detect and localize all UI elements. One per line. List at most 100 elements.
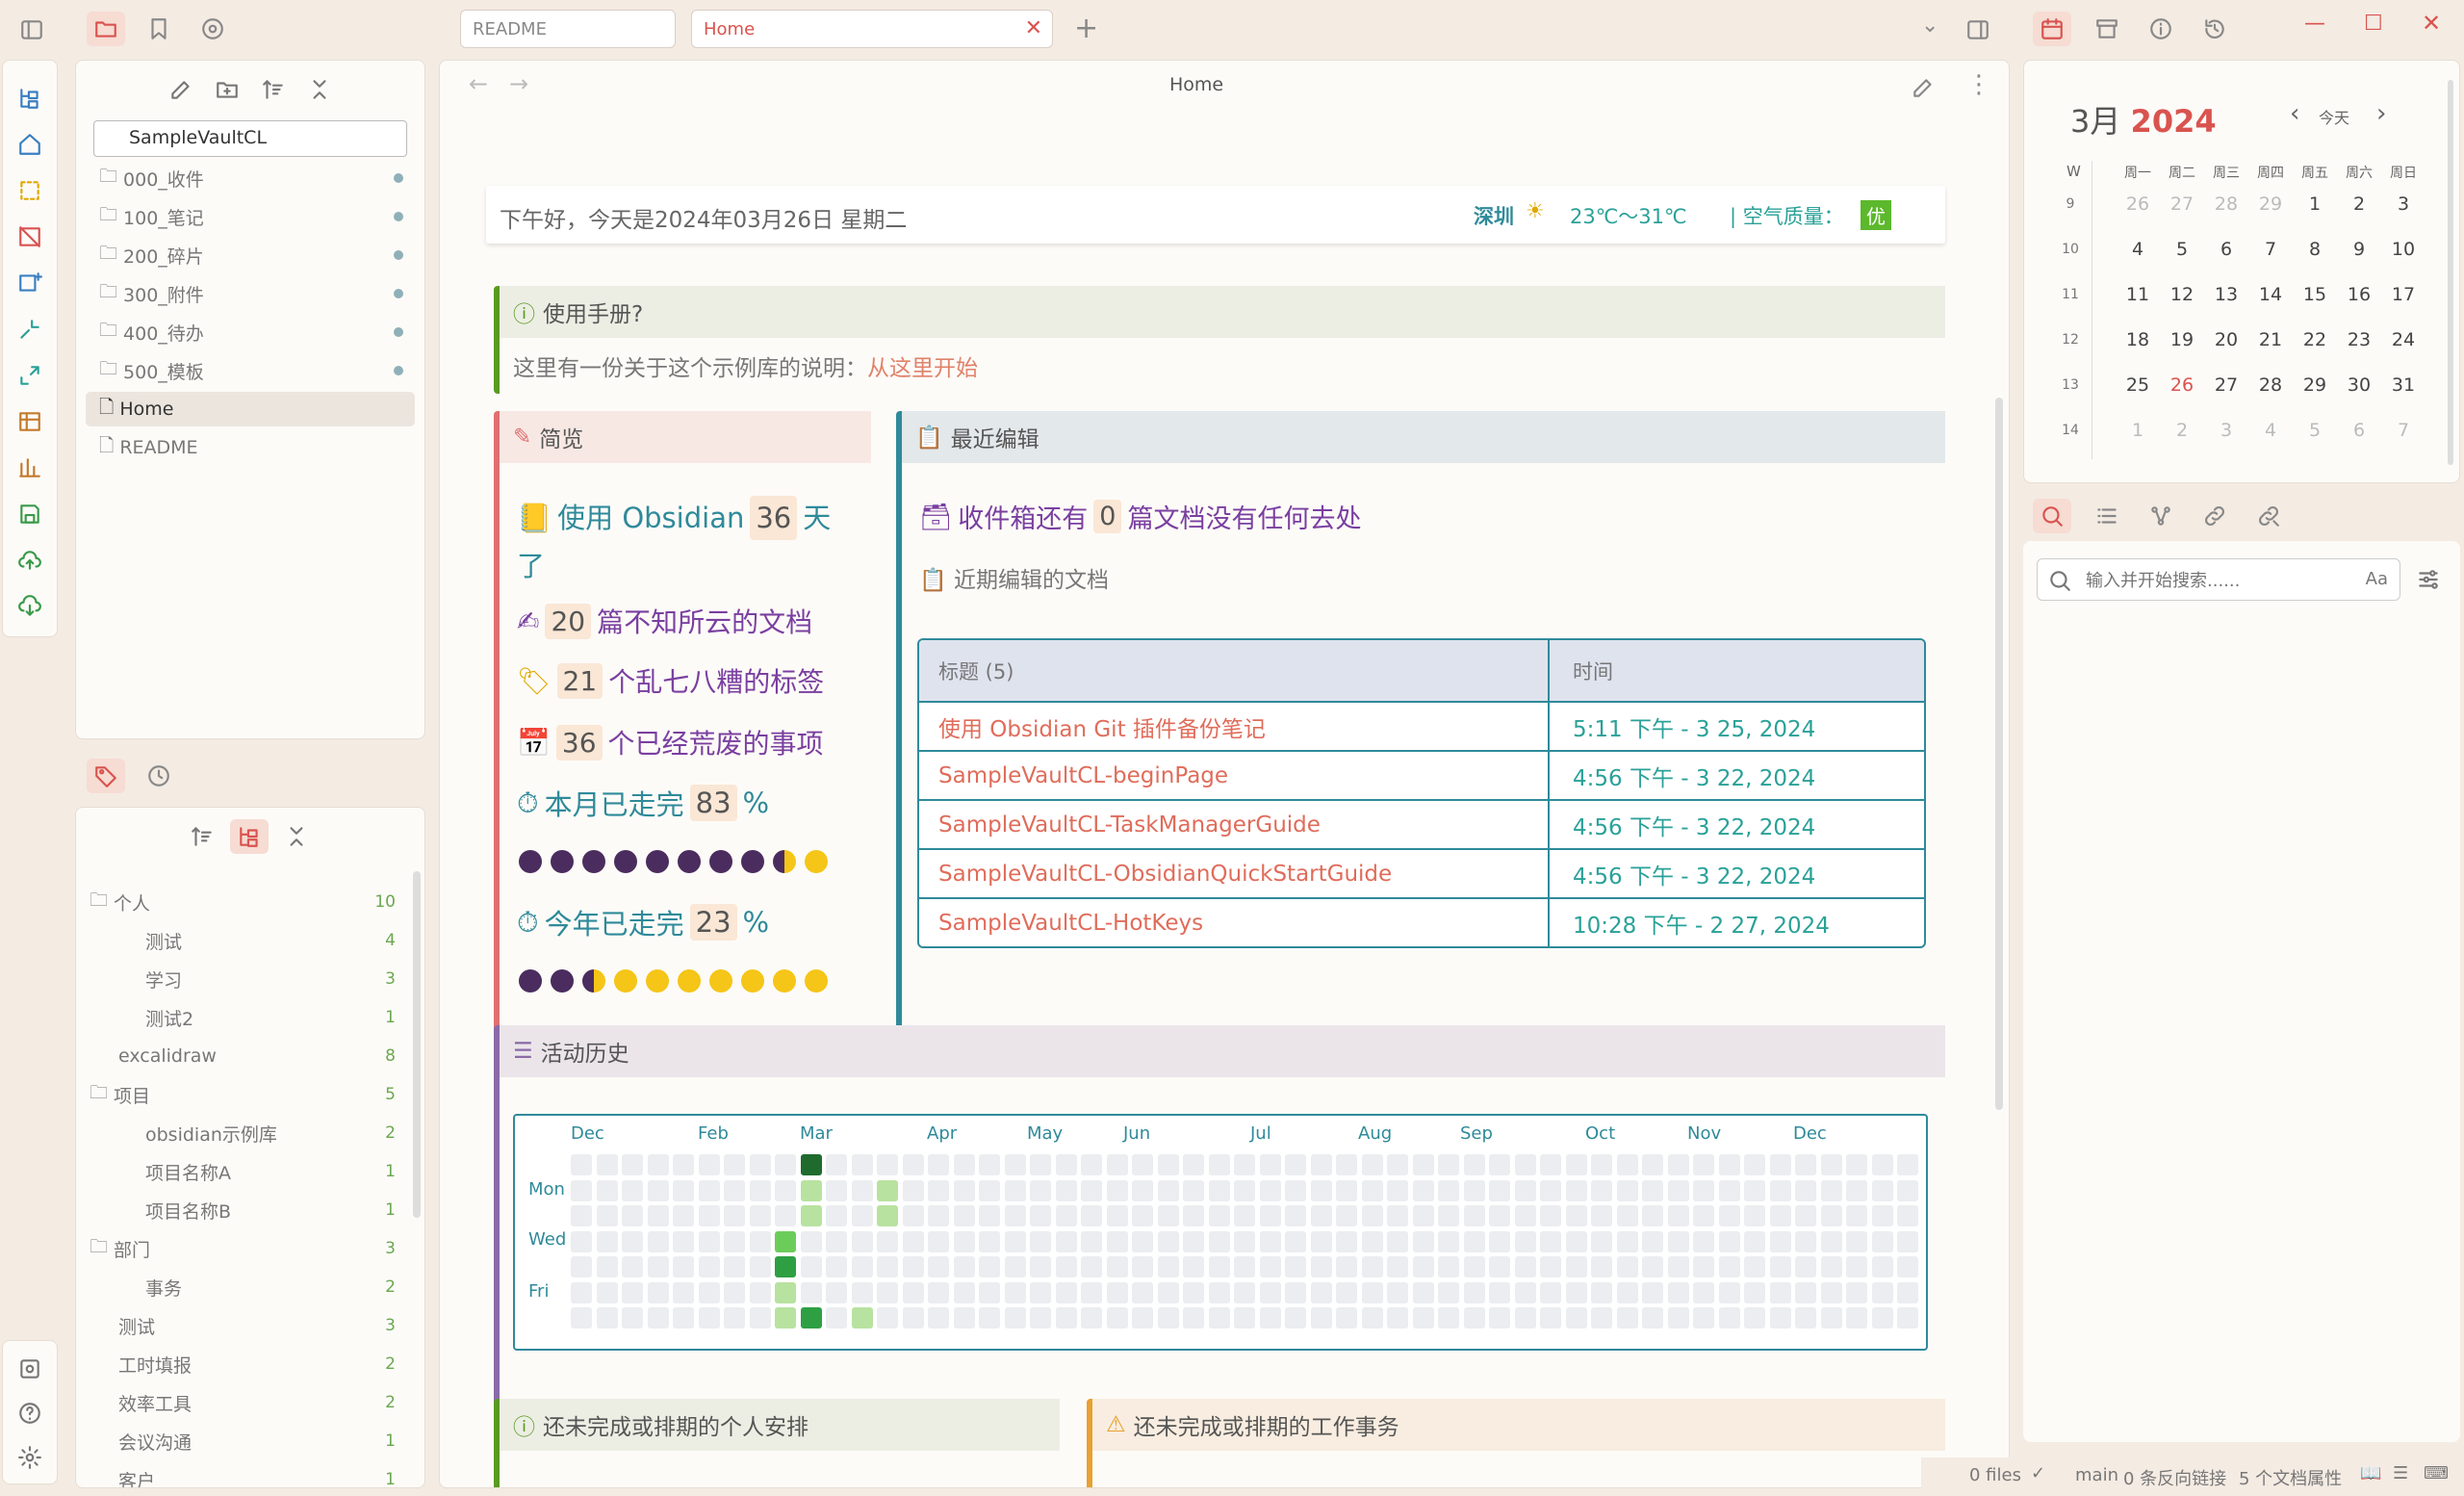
heatmap-cell[interactable] — [1489, 1281, 1510, 1303]
heatmap-cell[interactable] — [1565, 1154, 1587, 1175]
heatmap-cell[interactable] — [596, 1205, 618, 1226]
heatmap-cell[interactable] — [1004, 1205, 1026, 1226]
outline-icon[interactable] — [2091, 501, 2123, 531]
heatmap-cell[interactable] — [775, 1154, 796, 1175]
heatmap-cell[interactable] — [1438, 1179, 1459, 1201]
heatmap-cell[interactable] — [1183, 1307, 1204, 1328]
heatmap-cell[interactable] — [1412, 1205, 1434, 1226]
heatmap-cell[interactable] — [1514, 1230, 1536, 1252]
heatmap-cell[interactable] — [647, 1205, 669, 1226]
heatmap-cell[interactable] — [877, 1230, 898, 1252]
scrollbar[interactable] — [2448, 80, 2453, 465]
heatmap-cell[interactable] — [1693, 1205, 1714, 1226]
heatmap-cell[interactable] — [1259, 1281, 1281, 1303]
heatmap-cell[interactable] — [1514, 1179, 1536, 1201]
chevron-down-icon[interactable]: ⌄ — [1921, 13, 1938, 38]
heatmap-cell[interactable] — [775, 1281, 796, 1303]
heatmap-cell[interactable] — [1667, 1154, 1689, 1175]
heatmap-cell[interactable] — [1259, 1256, 1281, 1277]
heatmap-cell[interactable] — [1667, 1281, 1689, 1303]
local-graph-icon[interactable] — [2144, 501, 2177, 531]
heatmap-cell[interactable] — [1820, 1307, 1842, 1328]
heatmap-cell[interactable] — [1744, 1230, 1765, 1252]
heatmap-cell[interactable] — [1489, 1154, 1510, 1175]
heatmap-cell[interactable] — [1769, 1256, 1791, 1277]
calendar-icon[interactable] — [2033, 12, 2071, 46]
calendar-day[interactable]: 26 — [2161, 374, 2203, 396]
heatmap-cell[interactable] — [698, 1281, 720, 1303]
heatmap-cell[interactable] — [1361, 1179, 1383, 1201]
heatmap-cell[interactable] — [724, 1307, 745, 1328]
heatmap-cell[interactable] — [1055, 1307, 1077, 1328]
heatmap-cell[interactable] — [1336, 1154, 1357, 1175]
heatmap-cell[interactable] — [1540, 1205, 1561, 1226]
calendar-day[interactable]: 5 — [2294, 420, 2336, 441]
heatmap-cell[interactable] — [1106, 1281, 1128, 1303]
new-note-icon[interactable] — [165, 74, 197, 105]
heatmap-cell[interactable] — [1387, 1230, 1408, 1252]
heatmap-cell[interactable] — [953, 1205, 975, 1226]
graph-icon[interactable] — [196, 13, 229, 44]
calendar-day[interactable]: 28 — [2249, 374, 2292, 396]
heatmap-cell[interactable] — [749, 1281, 771, 1303]
heatmap-cell[interactable] — [749, 1230, 771, 1252]
heatmap-cell[interactable] — [1616, 1281, 1638, 1303]
more-options-icon[interactable]: ⋮ — [1966, 70, 1991, 99]
heatmap-cell[interactable] — [1897, 1230, 1918, 1252]
heatmap-cell[interactable] — [749, 1307, 771, 1328]
heatmap-cell[interactable] — [622, 1307, 643, 1328]
heatmap-cell[interactable] — [775, 1307, 796, 1328]
heatmap-cell[interactable] — [1667, 1307, 1689, 1328]
heatmap-cell[interactable] — [1795, 1307, 1816, 1328]
heatmap-cell[interactable] — [1667, 1179, 1689, 1201]
folder-item[interactable]: 🗀 100_笔记 — [86, 199, 415, 234]
heatmap-cell[interactable] — [1438, 1256, 1459, 1277]
heatmap-cell[interactable] — [1667, 1256, 1689, 1277]
heatmap-cell[interactable] — [1081, 1256, 1102, 1277]
heatmap-cell[interactable] — [1565, 1256, 1587, 1277]
heatmap-cell[interactable] — [1259, 1230, 1281, 1252]
heatmap-cell[interactable] — [1438, 1154, 1459, 1175]
heatmap-cell[interactable] — [1718, 1281, 1740, 1303]
heatmap-cell[interactable] — [1285, 1154, 1306, 1175]
help-icon[interactable] — [12, 1396, 48, 1431]
tag-item[interactable]: 客户 1 — [90, 1462, 396, 1487]
heatmap-cell[interactable] — [698, 1205, 720, 1226]
heatmap-cell[interactable] — [979, 1179, 1000, 1201]
heatmap-cell[interactable] — [1769, 1307, 1791, 1328]
heatmap-cell[interactable] — [596, 1230, 618, 1252]
heatmap-cell[interactable] — [1310, 1256, 1332, 1277]
doc-link[interactable]: SampleVaultCL-beginPage — [919, 752, 1550, 799]
heatmap-cell[interactable] — [1820, 1154, 1842, 1175]
heatmap-cell[interactable] — [1285, 1307, 1306, 1328]
tree-view-icon[interactable] — [230, 819, 269, 854]
heatmap-cell[interactable] — [928, 1281, 949, 1303]
heatmap-cell[interactable] — [1285, 1205, 1306, 1226]
calendar-day[interactable]: 28 — [2205, 193, 2247, 215]
tag-item[interactable]: excalidraw 8 — [90, 1039, 396, 1073]
heatmap-cell[interactable] — [1616, 1230, 1638, 1252]
heatmap-cell[interactable] — [953, 1256, 975, 1277]
tab-readme[interactable]: README — [460, 10, 676, 48]
download-icon[interactable] — [12, 583, 48, 630]
new-folder-icon[interactable] — [211, 74, 244, 105]
calendar-day[interactable]: 30 — [2338, 374, 2380, 396]
heatmap-cell[interactable] — [877, 1307, 898, 1328]
calendar-day[interactable]: 11 — [2117, 284, 2159, 305]
collapse-all-icon[interactable] — [303, 74, 336, 105]
heatmap-cell[interactable] — [1897, 1307, 1918, 1328]
heatmap-cell[interactable] — [851, 1307, 873, 1328]
calendar-day[interactable]: 3 — [2382, 193, 2425, 215]
heatmap-cell[interactable] — [1412, 1256, 1434, 1277]
heatmap-cell[interactable] — [1412, 1154, 1434, 1175]
heatmap-cell[interactable] — [877, 1205, 898, 1226]
heatmap-cell[interactable] — [1489, 1205, 1510, 1226]
heatmap-cell[interactable] — [647, 1179, 669, 1201]
heatmap-cell[interactable] — [647, 1307, 669, 1328]
heatmap-cell[interactable] — [1106, 1154, 1128, 1175]
calendar-day[interactable]: 4 — [2117, 239, 2159, 260]
heatmap-cell[interactable] — [749, 1205, 771, 1226]
heatmap-cell[interactable] — [851, 1281, 873, 1303]
heatmap-cell[interactable] — [1693, 1281, 1714, 1303]
heatmap-cell[interactable] — [1489, 1230, 1510, 1252]
